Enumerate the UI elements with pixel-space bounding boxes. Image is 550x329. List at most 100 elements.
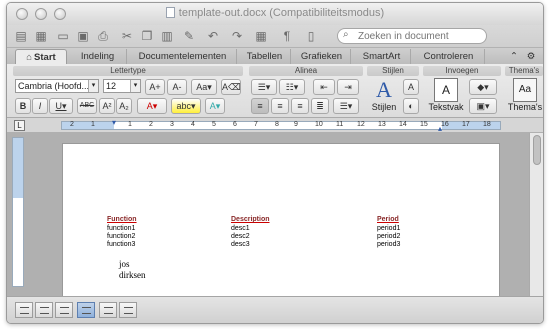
full-screen-view-button[interactable] — [119, 302, 137, 318]
title-bar: template-out.docx (Compatibiliteitsmodus… — [7, 3, 543, 25]
right-indent-marker[interactable]: ▴ — [438, 124, 442, 133]
tab-start[interactable]: ⌂ Start — [15, 49, 67, 64]
clear-formatting-button[interactable]: A⌫ — [221, 79, 241, 95]
grow-font-button[interactable]: A+ — [145, 79, 165, 95]
line-spacing-button[interactable]: ☰▾ — [333, 98, 359, 114]
table-cell: function3 — [107, 241, 136, 248]
font-name-field[interactable]: Cambria (Hoofd... ▾ — [15, 79, 99, 93]
save-icon[interactable]: ▣ — [75, 28, 91, 44]
font-size-field[interactable]: 12 ▾ — [103, 79, 141, 93]
shrink-font-button[interactable]: A- — [167, 79, 187, 95]
vertical-ruler[interactable] — [12, 137, 24, 287]
document-area: Function Description Period function1 de… — [7, 133, 543, 303]
increase-indent-button[interactable]: ⇥ — [337, 79, 359, 95]
home-icon: ⌂ — [26, 52, 33, 63]
body-line: jos — [119, 259, 130, 269]
left-indent-marker[interactable]: ▾ — [112, 118, 116, 127]
collapse-ribbon-icon[interactable]: ⌃ — [507, 49, 521, 64]
text-effects-button[interactable]: A▾ — [205, 98, 225, 114]
sidebar-icon[interactable]: ▯ — [303, 28, 319, 44]
copy-icon[interactable]: ❐ — [139, 28, 155, 44]
numbering-button[interactable]: ☷▾ — [279, 79, 305, 95]
tab-controleren[interactable]: Controleren — [413, 49, 485, 64]
ribbon-settings-icon[interactable]: ⚙ — [523, 49, 539, 64]
bullets-button[interactable]: ☰▾ — [251, 79, 277, 95]
styles-button[interactable]: A Stijlen — [369, 78, 399, 113]
italic-button[interactable]: I — [32, 98, 48, 114]
document-page[interactable]: Function Description Period function1 de… — [62, 143, 500, 303]
undo-icon[interactable]: ↶ — [205, 28, 221, 44]
open-folder-icon[interactable]: ▭ — [55, 28, 71, 44]
font-color-button[interactable]: A▾ — [137, 98, 167, 114]
paste-icon[interactable]: ▥ — [159, 28, 175, 44]
tab-stop-selector[interactable]: L — [14, 120, 25, 131]
tab-smartart[interactable]: SmartArt — [353, 49, 411, 64]
print-layout-view-button[interactable] — [77, 302, 95, 318]
status-bar — [7, 296, 543, 323]
publishing-view-icon — [60, 307, 69, 314]
shape-button[interactable]: ◆▾ — [469, 79, 497, 95]
themes-icon: Aa — [513, 78, 537, 102]
picture-button[interactable]: ▣▾ — [469, 98, 497, 114]
align-left-button[interactable]: ≡ — [251, 98, 269, 114]
textbox-icon: A — [434, 78, 458, 102]
tab-indeling[interactable]: Indeling — [69, 49, 127, 64]
vertical-scrollbar[interactable] — [529, 133, 543, 296]
outline-view-icon — [40, 307, 49, 314]
horizontal-ruler-bar: L 2 1 1 2 3 4 5 6 7 8 9 10 11 12 13 14 1… — [7, 118, 543, 133]
tab-tabellen[interactable]: Tabellen — [239, 49, 291, 64]
notebook-view-button[interactable] — [99, 302, 117, 318]
ribbon: Lettertype Alinea Stijlen Invoegen Thema… — [7, 64, 543, 118]
paragraph-marks-icon[interactable]: ¶ — [279, 28, 295, 44]
highlight-button[interactable]: abc▾ — [171, 98, 201, 114]
search-icon: ⌕ — [343, 29, 349, 40]
themes-button[interactable]: Aa Thema's — [507, 78, 543, 112]
group-themas: Thema's — [505, 66, 543, 76]
align-right-button[interactable]: ≡ — [291, 98, 309, 114]
strikethrough-button[interactable]: ABC — [77, 98, 97, 114]
redo-icon[interactable]: ↷ — [229, 28, 245, 44]
table-header-period: Period — [377, 216, 399, 223]
tab-documentelementen[interactable]: Documentelementen — [129, 49, 237, 64]
cut-icon[interactable]: ✂ — [119, 28, 135, 44]
group-alinea: Alinea — [249, 66, 363, 76]
underline-button[interactable]: U▾ — [49, 98, 73, 114]
table-cell: desc3 — [231, 241, 250, 248]
bold-button[interactable]: B — [15, 98, 31, 114]
draft-view-icon — [20, 307, 29, 314]
print-layout-icon — [82, 307, 91, 314]
align-center-button[interactable]: ≡ — [271, 98, 289, 114]
style-manage-icon[interactable]: ◐ — [403, 98, 419, 114]
search-input[interactable] — [358, 30, 483, 42]
group-invoegen: Invoegen — [423, 66, 501, 76]
chevron-down-icon: ▾ — [88, 80, 98, 92]
window-title: template-out.docx (Compatibiliteitsmodus… — [7, 7, 543, 19]
superscript-button[interactable]: A² — [99, 98, 115, 114]
style-gallery-icon[interactable]: A — [403, 79, 419, 95]
standard-toolbar: ▤ ▦ ▭ ▣ ⎙ ✂ ❐ ▥ ✎ ↶ ↷ ▦ ¶ ▯ ⌕ — [7, 25, 543, 47]
body-line: dirksen — [119, 270, 146, 280]
print-icon[interactable]: ⎙ — [95, 28, 111, 44]
group-stijlen: Stijlen — [367, 66, 419, 76]
insert-table-icon[interactable]: ▦ — [253, 28, 269, 44]
justify-button[interactable]: ≣ — [311, 98, 329, 114]
table-header-function: Function — [107, 216, 137, 223]
tab-grafieken[interactable]: Grafieken — [293, 49, 351, 64]
textbox-button[interactable]: A Tekstvak — [427, 78, 465, 112]
draft-view-button[interactable] — [15, 302, 33, 318]
sidebar-toggle-icon[interactable]: ▤ — [13, 28, 29, 44]
table-header-description: Description — [231, 216, 270, 223]
scrollbar-thumb[interactable] — [533, 135, 541, 165]
decrease-indent-button[interactable]: ⇤ — [313, 79, 335, 95]
chevron-down-icon: ▾ — [130, 80, 140, 92]
search-box[interactable]: ⌕ — [337, 28, 487, 44]
group-lettertype: Lettertype — [13, 66, 243, 76]
table-cell: period3 — [377, 241, 401, 248]
new-document-icon[interactable]: ▦ — [33, 28, 49, 44]
subscript-button[interactable]: A₂ — [116, 98, 132, 114]
publishing-view-button[interactable] — [55, 302, 73, 318]
outline-view-button[interactable] — [35, 302, 53, 318]
horizontal-ruler[interactable]: 2 1 1 2 3 4 5 6 7 8 9 10 11 12 13 14 15 … — [61, 118, 501, 133]
format-painter-icon[interactable]: ✎ — [181, 28, 197, 44]
change-case-button[interactable]: Aa▾ — [191, 79, 217, 95]
